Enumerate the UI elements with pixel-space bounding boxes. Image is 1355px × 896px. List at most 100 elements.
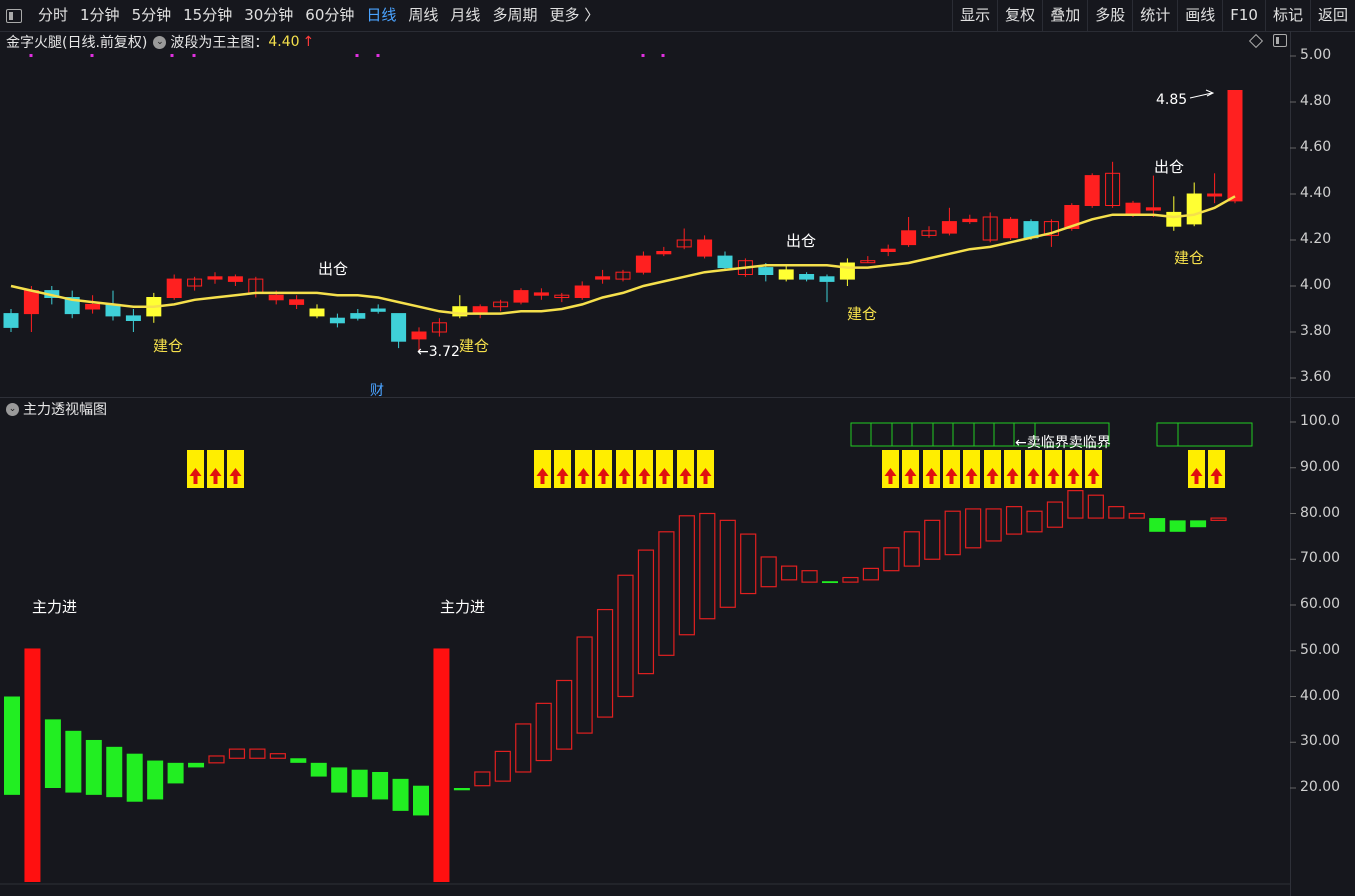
candle-body (3, 313, 19, 328)
bar-red-outline (1067, 490, 1084, 519)
candle-body (85, 303, 101, 310)
bar-green (290, 758, 307, 763)
bar-red-outline (474, 771, 491, 787)
main-y-tick: 5.00 (1300, 47, 1332, 63)
bar-red-outline (249, 748, 266, 759)
sub-y-tick: 80.00 (1300, 504, 1341, 521)
candle-body (758, 267, 774, 276)
bar-green (453, 788, 470, 791)
main-y-tick: 3.80 (1300, 323, 1332, 339)
main-y-tick: 4.00 (1300, 277, 1332, 293)
bar-green (85, 739, 102, 795)
bar-red-outline (535, 702, 552, 762)
bar-green (1169, 520, 1186, 532)
buy-label: 建仓 (153, 337, 183, 355)
candle-body (309, 308, 325, 317)
main-y-tick: 3.60 (1300, 369, 1332, 385)
signal-dot (170, 54, 174, 57)
bar-green (1149, 518, 1166, 532)
low-price-label: ←3.72 (417, 344, 460, 360)
bar-green (413, 785, 429, 816)
bar-red-outline (269, 753, 286, 759)
signal-dot (661, 54, 665, 57)
candle-body (799, 274, 815, 280)
bar-red-outline (596, 608, 614, 718)
bar-red-outline (678, 515, 695, 636)
candle-body (819, 276, 835, 282)
bar-red-outline (862, 567, 880, 581)
sub-y-tick: 60.00 (1300, 596, 1341, 612)
signal-dot (641, 54, 645, 57)
bar-red-outline (780, 565, 798, 581)
sub-y-tick: 40.00 (1300, 687, 1341, 704)
bar-red-outline (228, 748, 246, 759)
bar-green (65, 730, 82, 793)
bar-green (1190, 520, 1207, 528)
main-y-tick: 4.80 (1300, 93, 1332, 109)
main-y-tick: 4.40 (1300, 185, 1332, 201)
moving-average-line (10, 195, 1236, 315)
bar-red-outline (1046, 501, 1064, 528)
candle-body (23, 290, 39, 315)
candle-body (1125, 202, 1141, 216)
bar-red-outline (1005, 506, 1023, 535)
bar-green (351, 769, 368, 798)
bar-red-outline (658, 531, 675, 656)
candle-body (227, 276, 243, 282)
candle-body (1207, 193, 1223, 197)
chart-canvas[interactable]: 建仓 建仓建仓建仓出仓出仓出仓4.85←3.72财主力进 主力进←卖临界卖临界 (0, 0, 1355, 896)
bar-red-outline (1108, 506, 1125, 519)
bar-red-outline (1087, 494, 1104, 519)
sell-label: 出仓 (786, 232, 816, 250)
sub-y-tick: 70.00 (1300, 550, 1341, 567)
bar-red-outline (1128, 512, 1145, 519)
critical-zone-box (1156, 422, 1253, 447)
candle-body (1227, 90, 1243, 202)
bar-green (310, 762, 327, 777)
candle-body (697, 239, 713, 257)
bar-green (167, 762, 184, 784)
candle-body (370, 308, 386, 312)
candle-body (207, 276, 223, 280)
candle-body (125, 315, 141, 321)
bar-red-outline (515, 723, 532, 773)
candle-body (1084, 175, 1100, 207)
candle-body (941, 221, 957, 234)
bar-red-outline (985, 508, 1002, 542)
candle-body (1023, 221, 1039, 239)
bar-green (372, 771, 389, 800)
candle-body (880, 248, 896, 252)
candle-body (350, 313, 366, 319)
sub-y-tick: 100.0 (1300, 413, 1341, 429)
candle-body (391, 313, 407, 342)
bar-green (4, 696, 20, 795)
bar-green (147, 760, 164, 800)
bar-red-outline (617, 574, 634, 698)
sub-y-tick: 30.00 (1300, 733, 1341, 750)
candle-body (574, 285, 590, 298)
bar-green (188, 762, 205, 768)
bar-green (822, 581, 838, 584)
main-in-label: 主力进 (32, 598, 77, 616)
candle-body (513, 290, 529, 303)
candle-body (901, 230, 917, 246)
bar-red-outline (576, 636, 593, 734)
candle-body (717, 255, 733, 269)
bar-red-outline (637, 549, 655, 675)
bar-red-outline (944, 510, 961, 556)
signal-dot (90, 54, 94, 57)
main-in-spike-bar (433, 648, 450, 882)
candle-body (166, 278, 182, 299)
main-y-tick: 4.20 (1300, 231, 1332, 247)
candle-body (411, 331, 427, 340)
finance-marker: 财 (370, 383, 384, 399)
bar-red-outline (699, 512, 716, 620)
bar-red-outline (1210, 517, 1227, 521)
bar-red-outline (842, 576, 859, 583)
sub-y-tick: 90.00 (1300, 458, 1341, 475)
arrow-icon (1189, 89, 1215, 99)
high-price-label: 4.85 (1156, 92, 1187, 108)
candle-body (778, 269, 794, 280)
candle-body (656, 251, 672, 255)
candle-body (1003, 218, 1019, 239)
